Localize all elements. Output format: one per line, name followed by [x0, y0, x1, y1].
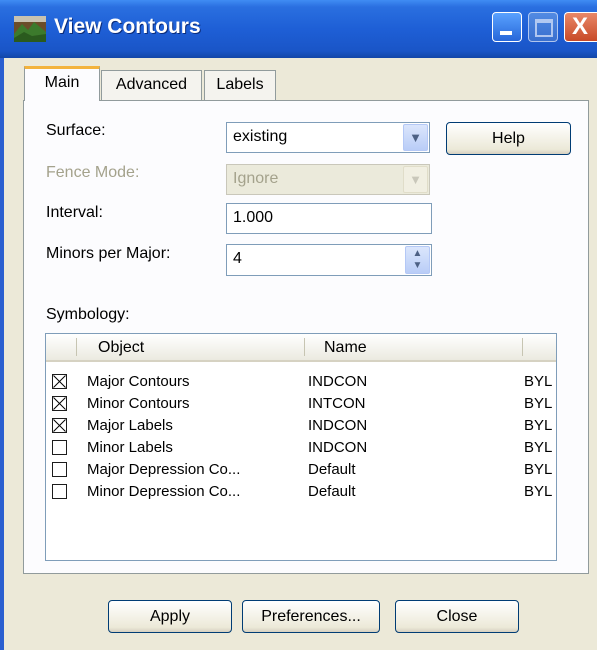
- name-cell: INDCON: [308, 439, 368, 456]
- title-bar[interactable]: View Contours X: [0, 0, 597, 58]
- column-separator: [76, 338, 77, 356]
- surface-dropdown[interactable]: existing ▼: [226, 122, 430, 153]
- symbology-list[interactable]: Object Name Major Contours INDCON BYL Mi…: [45, 333, 557, 561]
- extra-cell: BYL: [524, 417, 553, 434]
- extra-cell: BYL: [524, 483, 553, 500]
- row-checkbox[interactable]: [52, 418, 67, 433]
- preferences-button[interactable]: Preferences...: [242, 600, 380, 633]
- column-header-name[interactable]: Name: [324, 339, 367, 357]
- object-cell: Minor Labels: [87, 439, 173, 456]
- tab-main[interactable]: Main: [24, 66, 100, 101]
- name-cell: INDCON: [308, 417, 368, 434]
- interval-input[interactable]: 1.000: [226, 203, 432, 234]
- object-cell: Major Depression Co...: [87, 461, 241, 478]
- table-row[interactable]: Minor Contours INTCON BYL: [46, 393, 556, 415]
- chevron-down-icon[interactable]: ▼: [403, 124, 428, 151]
- name-cell: INDCON: [308, 373, 368, 390]
- extra-cell: BYL: [524, 439, 553, 456]
- object-cell: Minor Contours: [87, 395, 190, 412]
- close-window-button[interactable]: X: [564, 12, 597, 42]
- fence-mode-label: Fence Mode:: [46, 164, 140, 181]
- row-checkbox[interactable]: [52, 462, 67, 477]
- extra-cell: BYL: [524, 373, 553, 390]
- minimize-button[interactable]: [492, 12, 522, 42]
- help-button[interactable]: Help: [446, 122, 571, 155]
- maximize-button[interactable]: [528, 12, 558, 42]
- row-checkbox[interactable]: [52, 374, 67, 389]
- interval-value: 1.000: [233, 209, 274, 226]
- object-cell: Minor Depression Co...: [87, 483, 241, 500]
- interval-label: Interval:: [46, 204, 103, 221]
- column-separator: [522, 338, 523, 356]
- minors-per-major-label: Minors per Major:: [46, 245, 171, 262]
- tab-main-label: Main: [44, 74, 80, 91]
- name-cell: Default: [308, 461, 356, 478]
- symbology-label: Symbology:: [46, 306, 130, 323]
- tab-labels-label: Labels: [216, 76, 264, 93]
- fence-mode-dropdown[interactable]: Ignore ▼: [226, 164, 430, 195]
- spin-arrows-icon[interactable]: ▲ ▼: [405, 246, 430, 274]
- table-row[interactable]: Major Labels INDCON BYL: [46, 415, 556, 437]
- fence-mode-value: Ignore: [233, 170, 279, 187]
- surface-value: existing: [233, 128, 288, 145]
- name-cell: INTCON: [308, 395, 366, 412]
- chevron-down-icon[interactable]: ▼: [403, 166, 428, 193]
- apply-button[interactable]: Apply: [108, 600, 232, 633]
- close-button[interactable]: Close: [395, 600, 519, 633]
- tab-labels[interactable]: Labels: [204, 70, 276, 100]
- window-title: View Contours: [54, 15, 201, 38]
- table-row[interactable]: Minor Labels INDCON BYL: [46, 437, 556, 459]
- row-checkbox[interactable]: [52, 484, 67, 499]
- object-cell: Major Contours: [87, 373, 190, 390]
- tab-advanced[interactable]: Advanced: [101, 70, 202, 100]
- column-header-object[interactable]: Object: [98, 339, 144, 357]
- minors-per-major-value: 4: [233, 250, 242, 267]
- object-cell: Major Labels: [87, 417, 173, 434]
- row-checkbox[interactable]: [52, 396, 67, 411]
- surface-label: Surface:: [46, 122, 106, 139]
- tab-advanced-label: Advanced: [115, 76, 188, 93]
- list-header: Object Name: [46, 334, 556, 362]
- window-border: [0, 58, 4, 650]
- close-icon: X: [572, 13, 589, 40]
- table-row[interactable]: Major Contours INDCON BYL: [46, 371, 556, 393]
- extra-cell: BYL: [524, 395, 553, 412]
- extra-cell: BYL: [524, 461, 553, 478]
- row-checkbox[interactable]: [52, 440, 67, 455]
- minors-per-major-stepper[interactable]: 4 ▲ ▼: [226, 244, 432, 276]
- name-cell: Default: [308, 483, 356, 500]
- landscape-icon: [14, 16, 46, 42]
- table-row[interactable]: Minor Depression Co... Default BYL: [46, 481, 556, 503]
- column-separator: [304, 338, 305, 356]
- table-row[interactable]: Major Depression Co... Default BYL: [46, 459, 556, 481]
